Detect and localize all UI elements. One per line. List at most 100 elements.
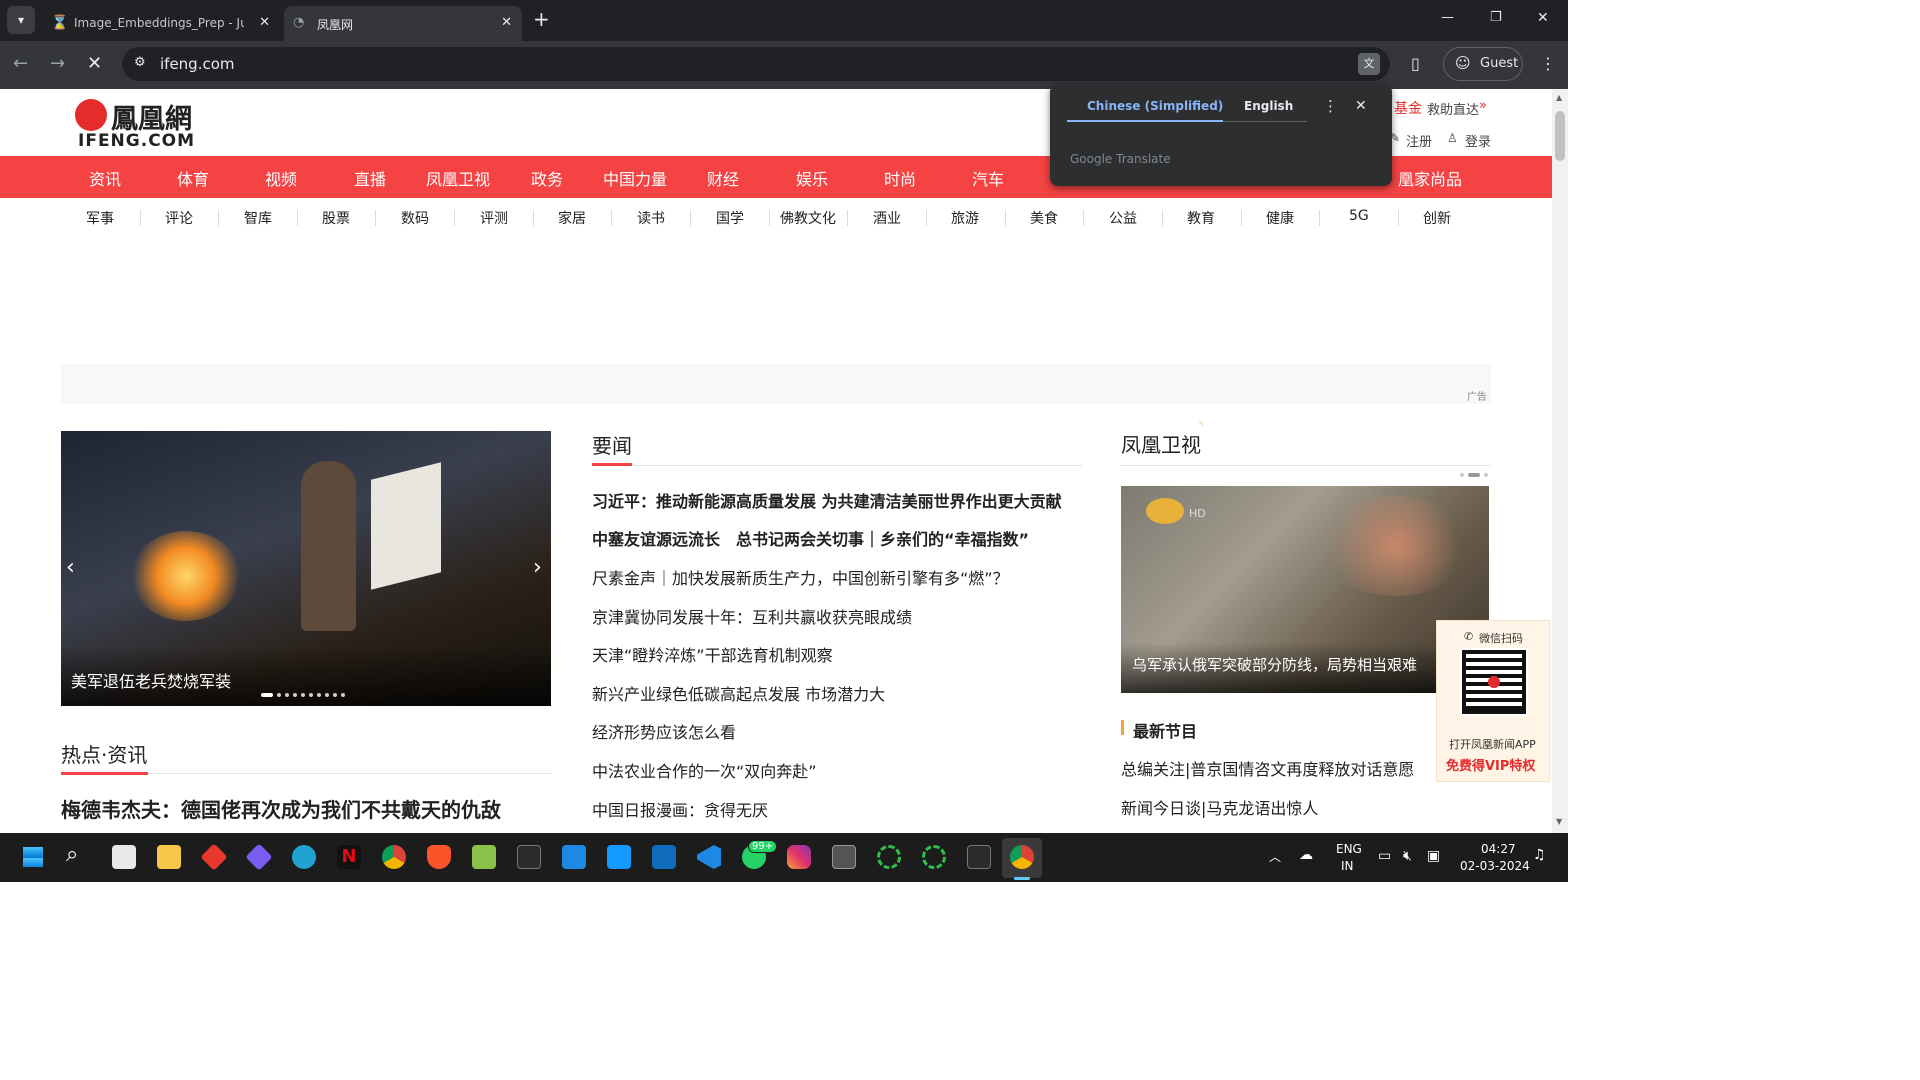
dot[interactable]: [317, 693, 321, 697]
tab-jupyter[interactable]: ⌛ Image_Embeddings_Prep - Jupy ✕: [42, 6, 280, 41]
site-info-icon[interactable]: ⚙: [134, 55, 146, 70]
nav-item[interactable]: 5G: [1349, 208, 1369, 224]
news-item[interactable]: 中国日报漫画：贪得无厌: [592, 797, 768, 821]
bell-icon[interactable]: ♫: [1533, 847, 1546, 863]
back-arrow-icon[interactable]: ←: [13, 54, 28, 74]
chevron-left-icon[interactable]: ‹: [66, 555, 75, 580]
nav-item[interactable]: 体育: [177, 166, 209, 190]
nav-item[interactable]: 股票: [322, 208, 350, 228]
ad-banner[interactable]: [61, 364, 1491, 404]
stop-loading-icon[interactable]: ✕: [87, 54, 102, 74]
hot-headline[interactable]: 梅德韦杰夫：德国佬再次成为我们不共戴天的仇敌: [61, 794, 501, 823]
netflix-icon[interactable]: N: [337, 845, 361, 869]
video-caption[interactable]: 乌军承认俄军突破部分防线，局势相当艰难: [1132, 654, 1417, 675]
profile-button[interactable]: ☺ Guest: [1443, 47, 1523, 81]
tab-ifeng[interactable]: ◔ 凤凰网 ✕: [284, 6, 522, 41]
forward-arrow-icon[interactable]: →: [50, 54, 65, 74]
dot[interactable]: [285, 693, 289, 697]
login-link[interactable]: 登录: [1465, 131, 1491, 150]
chrome-icon[interactable]: [382, 845, 406, 869]
fund-link[interactable]: 基金: [1394, 98, 1422, 118]
nav-item[interactable]: 时尚: [884, 166, 916, 190]
battery-icon[interactable]: ▣: [1427, 848, 1440, 864]
clock-time[interactable]: 04:27: [1481, 842, 1516, 856]
latest-programs-title[interactable]: 最新节目: [1133, 718, 1197, 742]
news-item[interactable]: 习近平：推动新能源高质量发展 为共建清洁美丽世界作出更大贡献: [592, 488, 1062, 512]
url-text[interactable]: ifeng.com: [160, 55, 235, 73]
program-item[interactable]: 新闻今日谈|马克龙语出惊人: [1121, 795, 1318, 819]
translate-icon[interactable]: 文: [1358, 53, 1380, 75]
restore-button[interactable]: ❐: [1490, 10, 1502, 25]
nav-item[interactable]: 读书: [637, 208, 665, 228]
phoenix-tv-title[interactable]: 凤凰卫视: [1121, 429, 1201, 458]
news-item[interactable]: 尺素金声｜加快发展新质生产力，中国创新引擎有多“燃”？: [592, 565, 1009, 589]
nav-item[interactable]: 中国力量: [603, 166, 667, 190]
news-item[interactable]: 经济形势应该怎么看: [592, 719, 736, 743]
register-link[interactable]: 注册: [1406, 131, 1432, 150]
nav-item[interactable]: 数码: [401, 208, 429, 228]
address-bar[interactable]: ⚙ ifeng.com 文: [122, 47, 1390, 81]
dot[interactable]: [293, 693, 297, 697]
vm-icon[interactable]: [832, 845, 856, 869]
close-icon[interactable]: ✕: [1355, 98, 1367, 114]
scroll-up-icon[interactable]: ▲: [1556, 93, 1562, 102]
store-icon[interactable]: [112, 845, 136, 869]
nav-item[interactable]: 评测: [480, 208, 508, 228]
remote-desktop-icon[interactable]: [562, 845, 586, 869]
outlook-icon[interactable]: [652, 845, 676, 869]
nav-item[interactable]: 资讯: [89, 166, 121, 190]
edge-icon[interactable]: [292, 845, 316, 869]
close-icon[interactable]: ✕: [259, 15, 270, 30]
dot[interactable]: [325, 693, 329, 697]
nav-item[interactable]: 健康: [1266, 208, 1294, 228]
news-item[interactable]: 中塞友谊源远流长 总书记两会关切事｜乡亲们的“幸福指数”: [592, 526, 1029, 550]
qr-promo-card[interactable]: ✆ 微信扫码 打开凤凰新闻APP 免费得VIP特权: [1436, 620, 1550, 782]
dot[interactable]: [333, 693, 337, 697]
image-app-icon[interactable]: [472, 845, 496, 869]
ring-app-2-icon[interactable]: [922, 845, 946, 869]
more-options-icon[interactable]: ⋮: [1323, 97, 1338, 115]
nav-item[interactable]: 酒业: [873, 208, 901, 228]
news-item[interactable]: 天津“瞪羚淬炼”干部选育机制观察: [592, 642, 833, 666]
nav-item[interactable]: 娱乐: [796, 166, 828, 190]
nav-item[interactable]: 汽车: [972, 166, 1004, 190]
dot[interactable]: [1460, 473, 1464, 477]
menu-kebab-icon[interactable]: ⋮: [1540, 54, 1556, 74]
nav-item[interactable]: 旅游: [951, 208, 979, 228]
scroll-down-icon[interactable]: ▼: [1556, 817, 1562, 826]
nav-item[interactable]: 直播: [354, 166, 386, 190]
search-icon[interactable]: ⌕: [66, 842, 78, 867]
network-icon[interactable]: ▭: [1378, 848, 1391, 864]
nav-item[interactable]: 教育: [1187, 208, 1215, 228]
minimize-button[interactable]: —: [1441, 10, 1454, 25]
ifeng-logo[interactable]: 鳳凰網 IFENG.COM: [75, 97, 215, 151]
nav-item[interactable]: 家居: [558, 208, 586, 228]
prime-video-icon[interactable]: [607, 845, 631, 869]
tab-chinese[interactable]: Chinese (Simplified): [1087, 99, 1223, 113]
chrome-active-icon[interactable]: [1010, 845, 1034, 869]
nav-item[interactable]: 军事: [86, 208, 114, 228]
news-item[interactable]: 新兴产业绿色低碳高起点发展 市场潜力大: [592, 681, 885, 705]
instagram-icon[interactable]: [787, 845, 811, 869]
clock-date[interactable]: 02-03-2024: [1460, 859, 1530, 873]
dot[interactable]: [1484, 473, 1488, 477]
phoenix-tv-video[interactable]: HD 乌军承认俄军突破部分防线，局势相当艰难: [1121, 486, 1489, 693]
news-item[interactable]: 京津冀协同发展十年：互利共赢收获亮眼成绩: [592, 604, 912, 628]
news-item[interactable]: 中法农业合作的一次“双向奔赴”: [592, 758, 817, 782]
yaowen-title[interactable]: 要闻: [592, 430, 632, 459]
nav-item[interactable]: 创新: [1423, 208, 1451, 228]
nav-item[interactable]: 政务: [531, 166, 563, 190]
volume-muted-icon[interactable]: 🔇︎: [1403, 848, 1412, 864]
terminal-window-icon[interactable]: [517, 845, 541, 869]
lang-top[interactable]: ENG: [1336, 842, 1362, 856]
chevron-right-icon[interactable]: ›: [533, 555, 542, 580]
nav-item[interactable]: 佛教文化: [780, 208, 836, 228]
chevron-up-icon[interactable]: ︿: [1269, 848, 1281, 865]
dot-active[interactable]: [261, 693, 273, 697]
lang-bottom[interactable]: IN: [1341, 859, 1354, 873]
rescue-link[interactable]: 救助直达: [1427, 99, 1479, 118]
terminal-icon[interactable]: [967, 845, 991, 869]
new-tab-button[interactable]: +: [533, 7, 550, 31]
nav-item[interactable]: 凤凰卫视: [426, 166, 490, 190]
dot[interactable]: [277, 693, 281, 697]
